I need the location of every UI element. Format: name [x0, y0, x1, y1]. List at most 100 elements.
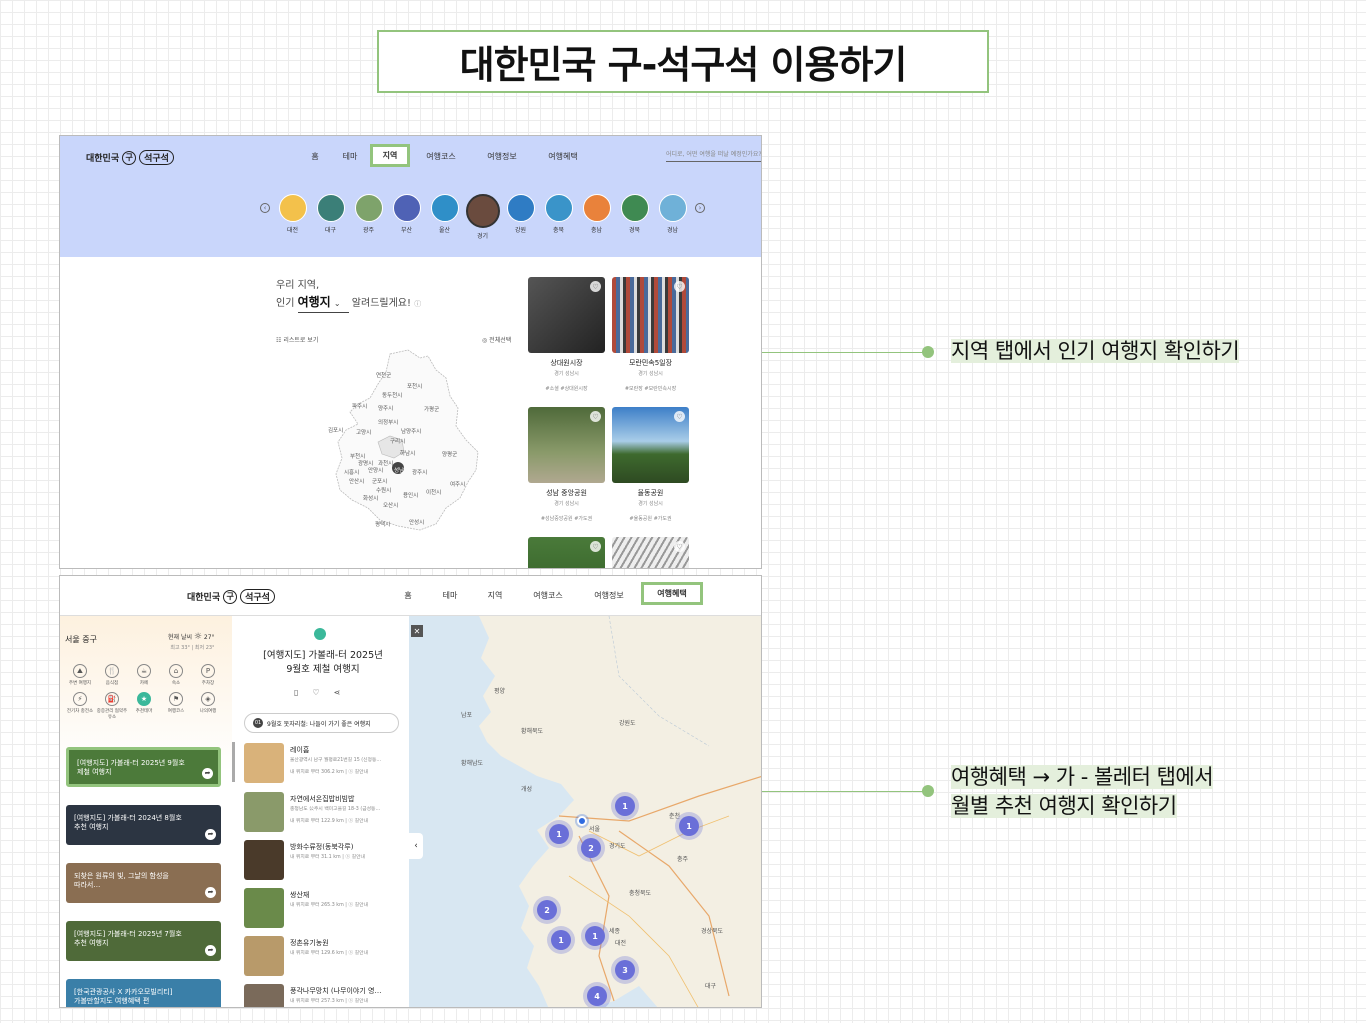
gyeonggi-map[interactable]	[328, 348, 488, 538]
heart-icon[interactable]: ♡	[590, 411, 601, 422]
theme-banner[interactable]: [여행지도] 가볼래-터 2025년 7월호 추천 여행지 ➦	[66, 921, 221, 961]
place-list-item[interactable]: 풍각나무망치 (나무이야기 영… 내 위치로 부터 257.3 km | ⓢ 길안…	[244, 984, 404, 1007]
map-label[interactable]: 이천시	[426, 488, 441, 496]
region-item[interactable]: 충북	[543, 194, 574, 234]
nav-region[interactable]: 지역	[477, 582, 513, 605]
share-icon[interactable]: ➦	[205, 829, 216, 840]
region-item-selected[interactable]: 경기	[465, 194, 500, 240]
map-label[interactable]: 용인시	[403, 491, 418, 499]
map-label[interactable]: 안양시	[368, 466, 383, 474]
category-item[interactable]: ⚑ 여행코스	[160, 692, 192, 720]
place-card[interactable]: ♡ 모란민속5일장 경기 성남시 #모란장 #모란민속시장	[612, 277, 689, 397]
map-label[interactable]: 의정부시	[378, 418, 398, 426]
place-card[interactable]: ♡ 율동공원 경기 성남시 #율동공원 #가도권	[612, 407, 689, 527]
map-label[interactable]: 가평군	[424, 405, 439, 413]
category-item[interactable]: ⚡ 전기차 충전소	[64, 692, 96, 720]
share-icon[interactable]: ➦	[205, 945, 216, 956]
category-item[interactable]: ☕ 카페	[128, 664, 160, 686]
place-card[interactable]: ♡ 상대원시장 경기 성남시 #소셜 #상대원시장	[528, 277, 605, 397]
place-list-item[interactable]: 레이흠 울산광역시 남구 월평로21번길 15 (신정동… 내 위치로 부터 306…	[244, 743, 404, 787]
map-label[interactable]: 남양주시	[401, 427, 421, 435]
prev-arrow-icon[interactable]: ‹	[260, 203, 270, 213]
heart-icon[interactable]: ♡	[674, 541, 685, 552]
category-item[interactable]: ⌂ 숙소	[160, 664, 192, 686]
category-item[interactable]: 🍴 음식점	[96, 664, 128, 686]
close-icon[interactable]: ✕	[411, 625, 423, 637]
nav-course[interactable]: 여행코스	[513, 582, 583, 605]
nav-home[interactable]: 홈	[393, 582, 423, 605]
map-label[interactable]: 연천군	[376, 371, 391, 379]
map-label[interactable]: 동두천시	[382, 391, 402, 399]
map-label[interactable]: 시흥시	[344, 468, 359, 476]
map-label[interactable]: 성남	[394, 466, 404, 474]
category-item-selected[interactable]: ★ 추천테마	[128, 692, 160, 720]
map-label[interactable]: 화성시	[363, 494, 378, 502]
map-cluster[interactable]: 1	[615, 796, 635, 816]
nav-benefit[interactable]: 여행혜택	[641, 582, 703, 605]
region-item[interactable]: 부산	[391, 194, 422, 234]
map-cluster[interactable]: 3	[615, 960, 635, 980]
nav-theme[interactable]: 테마	[423, 582, 477, 605]
theme-banner[interactable]: [여행지도] 가볼래-터 2024년 8월호 추천 여행지 ➦	[66, 805, 221, 845]
section-chip[interactable]: 01 9월호 뚯자리철: 나들이 가기 좋은 여행지	[244, 713, 399, 733]
place-card[interactable]: ♡ 성남 중앙공원 경기 성남시 #성남중앙공원 #가도권	[528, 407, 605, 527]
heart-icon[interactable]: ♡	[674, 411, 685, 422]
nav-benefit[interactable]: 여행혜택	[532, 144, 594, 167]
theme-banner[interactable]: 되찾은 원류의 빛, 그날의 함성을 따라서… ➦	[66, 863, 221, 903]
map-cluster[interactable]: 1	[551, 930, 571, 950]
scrollbar[interactable]	[232, 742, 235, 782]
map-label[interactable]: 파주시	[352, 402, 367, 410]
search-input[interactable]: 어디로, 어떤 여행을 떠날 예정인가요?	[666, 149, 761, 162]
region-item[interactable]: 울산	[429, 194, 460, 234]
category-item[interactable]: ⛰ 주변 여행지	[64, 664, 96, 686]
heart-icon[interactable]: ♡	[590, 281, 601, 292]
place-list-item[interactable]: 정촌유기농원 내 위치로 부터 129.6 km | ⓢ 길안내	[244, 936, 404, 980]
info-icon[interactable]: ⓘ	[414, 300, 421, 308]
map-cluster[interactable]: 2	[537, 900, 557, 920]
map-cluster[interactable]: 1	[679, 816, 699, 836]
map-label[interactable]: 고양시	[356, 428, 371, 436]
place-card[interactable]: ♡	[528, 537, 605, 568]
theme-banner[interactable]: [한국관광공사 X 카카오모빌리티] 가볼만할지도 여행혜택 편	[66, 979, 221, 1007]
place-list-item[interactable]: 방화수류정(동북각루) 내 위치로 부터 31.1 km | ⓢ 길안내	[244, 840, 404, 884]
map-label[interactable]: 오산시	[383, 501, 398, 509]
map-label[interactable]: 평택시	[375, 520, 390, 528]
heart-icon[interactable]: ♡	[674, 281, 685, 292]
category-item[interactable]: ◈ 나의여행	[192, 692, 224, 720]
share-icon[interactable]: ➦	[205, 887, 216, 898]
share-icon[interactable]: ➦	[202, 768, 213, 779]
map-label[interactable]: 포천시	[407, 382, 422, 390]
share-icon[interactable]: ⋖	[334, 688, 341, 697]
map-cluster[interactable]: 2	[581, 838, 601, 858]
nav-home[interactable]: 홈	[300, 144, 330, 167]
site-logo[interactable]: 대한민국 구 석구석	[187, 589, 275, 604]
korea-map[interactable]: ✕ ‹ 평양 남포 황해북도 강원도 황해남도 개성 서울 경기도 충청북도 대…	[409, 616, 761, 1007]
map-cluster[interactable]: 1	[585, 926, 605, 946]
map-label[interactable]: 양주시	[378, 404, 393, 412]
nav-course[interactable]: 여행코스	[410, 144, 472, 167]
place-card[interactable]: ♡	[612, 537, 689, 568]
map-label[interactable]: 수원시	[376, 486, 391, 494]
region-item[interactable]: 광주	[353, 194, 384, 234]
select-all-button[interactable]: ◎ 전체선택	[482, 335, 511, 344]
bookmark-icon[interactable]: ▯	[294, 688, 298, 697]
map-label[interactable]: 구리시	[390, 437, 405, 445]
nav-info[interactable]: 여행정보	[472, 144, 532, 167]
place-list-item[interactable]: 쌍산재 내 위치로 부터 265.3 km | ⓢ 길안내	[244, 888, 404, 932]
map-cluster[interactable]: 1	[549, 824, 569, 844]
category-dropdown[interactable]: 여행지 ⌄	[297, 294, 349, 313]
region-item[interactable]: 대구	[315, 194, 346, 234]
map-label[interactable]: 안성시	[409, 518, 424, 526]
region-item[interactable]: 경북	[619, 194, 650, 234]
region-item[interactable]: 충남	[581, 194, 612, 234]
region-item[interactable]: 강원	[505, 194, 536, 234]
list-view-button[interactable]: ☷ 리스트로 보기	[276, 335, 318, 344]
region-item[interactable]: 경남	[657, 194, 688, 234]
heart-icon[interactable]: ♡	[590, 541, 601, 552]
map-label[interactable]: 김포시	[328, 426, 343, 434]
next-arrow-icon[interactable]: ›	[695, 203, 705, 213]
theme-banner-selected[interactable]: [여행지도] 가볼래-터 2025년 9월호 제철 여행지 ➦	[66, 747, 221, 787]
heart-icon[interactable]: ♡	[312, 688, 319, 697]
region-item[interactable]: 대전	[277, 194, 308, 234]
map-label[interactable]: 안산시	[349, 477, 364, 485]
